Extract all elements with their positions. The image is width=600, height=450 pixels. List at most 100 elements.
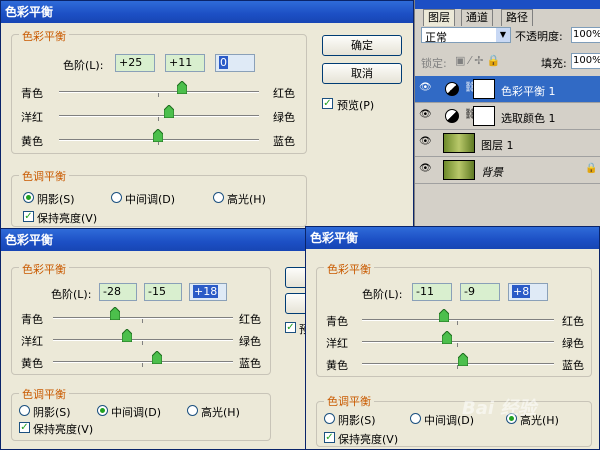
dialog-3-titlebar[interactable]: 色彩平衡 xyxy=(306,227,599,249)
red-label: 红色 xyxy=(273,87,295,100)
chevron-down-icon[interactable]: ▼ xyxy=(496,28,510,42)
tab-paths[interactable]: 路径 xyxy=(501,9,533,26)
green-label: 绿色 xyxy=(239,335,261,348)
magenta-label: 洋红 xyxy=(326,337,348,350)
blue-label: 蓝色 xyxy=(273,135,295,148)
dialog-1-titlebar[interactable]: 色彩平衡 xyxy=(1,1,413,23)
level-yellow-blue-input[interactable]: +8 xyxy=(508,283,548,301)
blue-label: 蓝色 xyxy=(239,357,261,370)
highlights-label: 高光(H) xyxy=(227,193,266,206)
preserve-luminosity-label: 保持亮度(V) xyxy=(37,212,98,225)
layer-name: 选取颜色 1 xyxy=(501,112,556,125)
level-cyan-red-input[interactable]: -28 xyxy=(99,283,137,301)
ok-button[interactable]: 确定 xyxy=(322,35,402,56)
preview-checkbox[interactable]: ✓ xyxy=(322,98,333,109)
midtones-radio[interactable] xyxy=(97,405,108,416)
shadows-radio[interactable] xyxy=(23,192,34,203)
level-magenta-green-input[interactable]: -15 xyxy=(144,283,182,301)
blend-mode-select[interactable]: 正常 ▼ xyxy=(421,27,511,44)
level-yellow-blue-input[interactable]: +18 xyxy=(189,283,227,301)
dialog-2-titlebar[interactable]: 色彩平衡 xyxy=(1,229,306,251)
preview-checkbox[interactable]: ✓ xyxy=(285,322,296,333)
fill-label: 填充: xyxy=(541,57,567,70)
cyan-red-slider-thumb[interactable] xyxy=(110,307,120,320)
cyan-red-slider-track[interactable] xyxy=(59,91,259,93)
layer-mask-thumbnail xyxy=(473,106,495,126)
preserve-luminosity-label: 保持亮度(V) xyxy=(338,433,399,446)
magenta-green-slider-thumb[interactable] xyxy=(164,105,174,118)
tab-channels[interactable]: 通道 xyxy=(461,9,493,26)
eye-icon[interactable]: 👁 xyxy=(419,137,433,147)
fill-input[interactable]: 100% xyxy=(571,53,600,69)
cyan-red-slider-track[interactable] xyxy=(53,317,233,319)
cyan-red-slider-thumb[interactable] xyxy=(177,81,187,94)
magenta-label: 洋红 xyxy=(21,111,43,124)
layer-row-layer-1[interactable]: 👁 图层 1 xyxy=(415,130,600,157)
color-balance-group xyxy=(11,267,271,375)
preserve-luminosity-checkbox[interactable]: ✓ xyxy=(19,422,30,433)
cyan-red-slider-thumb[interactable] xyxy=(439,309,449,322)
magenta-green-slider-thumb[interactable] xyxy=(122,329,132,342)
level-cyan-red-input[interactable]: +25 xyxy=(115,54,155,72)
preserve-luminosity-checkbox[interactable]: ✓ xyxy=(23,211,34,222)
levels-label: 色阶(L): xyxy=(51,288,92,301)
level-magenta-green-input[interactable]: +11 xyxy=(165,54,205,72)
layer-name: 图层 1 xyxy=(481,139,514,152)
layer-name: 背景 xyxy=(481,166,503,179)
yellow-blue-slider-thumb[interactable] xyxy=(152,351,162,364)
yellow-blue-slider-track[interactable] xyxy=(53,361,233,363)
levels-label: 色阶(L): xyxy=(362,288,403,301)
layer-row-selective-color[interactable]: 👁 ⛓ 选取颜色 1 xyxy=(415,103,600,130)
level-cyan-red-input[interactable]: -11 xyxy=(412,283,452,301)
dialog-3-title: 色彩平衡 xyxy=(310,231,359,245)
shadows-label: 阴影(S) xyxy=(37,193,75,206)
tab-layers[interactable]: 图层 xyxy=(423,9,455,26)
opacity-input[interactable]: 100% xyxy=(571,27,600,43)
cancel-button[interactable]: 取消 xyxy=(322,63,402,84)
midtones-radio[interactable] xyxy=(410,413,421,424)
dialog-2-title: 色彩平衡 xyxy=(5,233,54,247)
midtones-label: 中间调(D) xyxy=(125,193,176,206)
magenta-green-slider-track[interactable] xyxy=(53,339,233,341)
level-magenta-green-input[interactable]: -9 xyxy=(460,283,500,301)
green-label: 绿色 xyxy=(273,111,295,124)
tone-balance-legend: 色调平衡 xyxy=(324,393,374,409)
layer-thumbnail xyxy=(443,160,475,180)
magenta-green-slider-track[interactable] xyxy=(362,341,554,343)
color-balance-group xyxy=(316,267,592,377)
slider-center-tick xyxy=(158,117,159,121)
layer-row-background[interactable]: 👁 背景 🔒 xyxy=(415,157,600,184)
shadows-radio[interactable] xyxy=(19,405,30,416)
lock-label: 锁定: xyxy=(421,57,447,70)
eye-icon[interactable]: 👁 xyxy=(419,110,433,120)
color-balance-dialog-3: 色彩平衡 色彩平衡 色阶(L): -11 -9 +8 青色 红色 洋红 绿色 黄… xyxy=(305,226,600,450)
yellow-blue-slider-thumb[interactable] xyxy=(153,129,163,142)
layers-panel-top-strip xyxy=(415,0,600,9)
layer-row-color-balance[interactable]: 👁 ⛓ 色彩平衡 1 xyxy=(415,76,600,103)
preserve-luminosity-label: 保持亮度(V) xyxy=(33,423,94,436)
adjustment-icon xyxy=(445,82,459,96)
shadows-radio[interactable] xyxy=(324,413,335,424)
midtones-label: 中间调(D) xyxy=(111,406,162,419)
yellow-blue-slider-thumb[interactable] xyxy=(458,353,468,366)
layer-mask-thumbnail xyxy=(473,79,495,99)
preserve-luminosity-checkbox[interactable]: ✓ xyxy=(324,432,335,443)
cyan-red-slider-track[interactable] xyxy=(362,319,554,321)
level-yellow-blue-input[interactable]: 0 xyxy=(215,54,255,72)
magenta-green-slider-track[interactable] xyxy=(59,115,259,117)
midtones-radio[interactable] xyxy=(111,192,122,203)
tone-balance-legend: 色调平衡 xyxy=(19,386,69,402)
eye-icon[interactable]: 👁 xyxy=(419,83,433,93)
magenta-green-slider-thumb[interactable] xyxy=(442,331,452,344)
highlights-radio[interactable] xyxy=(187,405,198,416)
color-balance-legend: 色彩平衡 xyxy=(19,261,69,277)
color-balance-dialog-1: 色彩平衡 色彩平衡 色阶(L): +25 +11 0 青色 红色 洋红 绿色 黄… xyxy=(0,0,414,232)
eye-icon[interactable]: 👁 xyxy=(419,164,433,174)
cyan-label: 青色 xyxy=(21,313,43,326)
lock-icon: 🔒 xyxy=(585,163,598,174)
highlights-radio[interactable] xyxy=(213,192,224,203)
color-balance-legend: 色彩平衡 xyxy=(19,28,69,44)
cyan-label: 青色 xyxy=(326,315,348,328)
opacity-label: 不透明度: xyxy=(515,30,563,43)
highlights-label: 高光(H) xyxy=(201,406,240,419)
